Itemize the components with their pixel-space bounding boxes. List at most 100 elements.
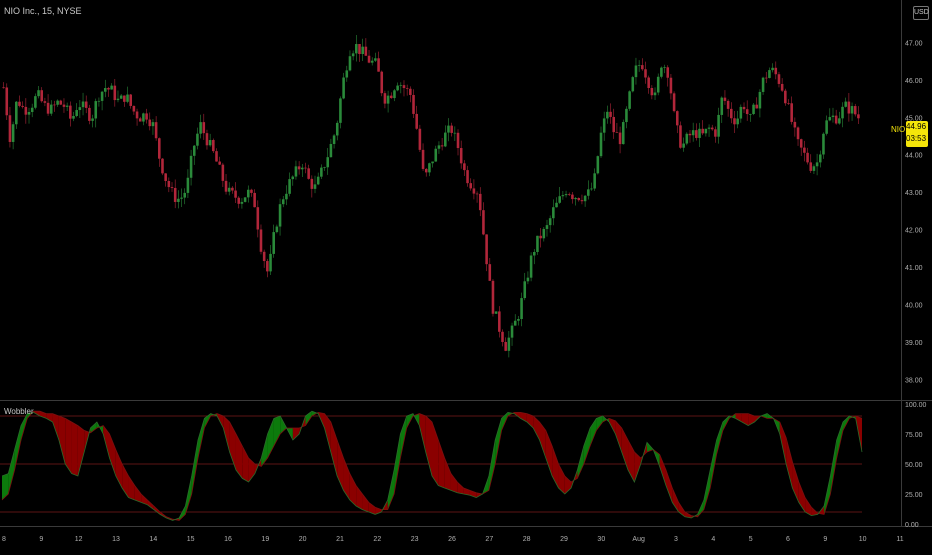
candle-body xyxy=(574,197,577,200)
candle-body xyxy=(377,58,380,72)
candle-body xyxy=(183,192,187,198)
candle-body xyxy=(520,298,523,319)
candle-body xyxy=(326,157,330,168)
price-tick-label: 43.00 xyxy=(905,190,923,197)
candle-body xyxy=(815,162,819,167)
time-tick-label: 16 xyxy=(224,536,232,543)
candle-body xyxy=(313,184,317,189)
candle-body xyxy=(409,88,412,95)
wobbler-fill-segment xyxy=(786,437,793,488)
candle-body xyxy=(761,77,765,92)
candle-body xyxy=(59,100,63,105)
candle-body xyxy=(415,113,418,129)
candle-body xyxy=(227,187,231,192)
candle-body xyxy=(857,114,860,119)
candle-body xyxy=(602,118,606,133)
candle-body xyxy=(262,251,266,262)
candle-body xyxy=(56,100,59,105)
candle-body xyxy=(777,74,781,84)
candle-body xyxy=(431,161,434,164)
candle-body xyxy=(218,161,221,165)
candle-body xyxy=(558,196,561,203)
candle-body xyxy=(332,135,336,144)
wobbler-fill-segment xyxy=(583,428,591,464)
candle-body xyxy=(478,193,482,211)
wobbler-fill-segment xyxy=(425,416,432,476)
candle-body xyxy=(5,87,9,116)
chart-area[interactable]: 47.00 46.00 45.00 44.00 43.00 42.00 41.00 40.00… xyxy=(0,0,932,550)
candle-body xyxy=(850,106,854,114)
candle-body xyxy=(307,168,310,179)
candle-body xyxy=(745,109,749,115)
candle-body xyxy=(364,46,368,56)
candle-body xyxy=(787,103,790,104)
candle-body xyxy=(253,192,256,208)
candle-body xyxy=(167,180,171,188)
candle-body xyxy=(482,210,485,235)
candle-body xyxy=(119,95,123,99)
candle-body xyxy=(504,341,507,351)
candle-body xyxy=(123,95,126,102)
candle-body xyxy=(396,85,399,91)
candle-body xyxy=(151,122,155,127)
wobbler-fill-segment xyxy=(438,440,445,488)
candle-body xyxy=(625,108,628,123)
candle-body xyxy=(583,195,587,202)
chart-svg[interactable]: 47.0046.0045.0044.0043.0042.0041.0040.00… xyxy=(0,0,932,550)
candle-body xyxy=(386,95,390,104)
wobbler-tick-label: 100.00 xyxy=(905,402,927,409)
candle-body xyxy=(361,46,364,55)
wobbler-tick-label: 0.00 xyxy=(905,522,919,529)
candle-body xyxy=(764,77,768,79)
candle-body xyxy=(177,198,180,202)
candle-body xyxy=(208,140,212,146)
wobbler-fill-segment xyxy=(444,458,451,491)
candle-body xyxy=(469,183,473,189)
time-tick-label: 9 xyxy=(823,536,827,543)
candle-body xyxy=(552,207,555,219)
candle-body xyxy=(72,115,75,119)
candle-body xyxy=(666,67,670,78)
candle-body xyxy=(838,118,841,124)
time-tick-label: 3 xyxy=(674,536,678,543)
candle-body xyxy=(628,91,631,109)
candle-body xyxy=(316,176,320,185)
time-tick-label: 21 xyxy=(336,536,344,543)
candle-body xyxy=(250,189,253,193)
price-tick-label: 38.00 xyxy=(905,377,923,384)
candle-body xyxy=(418,128,422,150)
candle-body xyxy=(259,229,263,252)
candle-body xyxy=(587,189,590,196)
candle-body xyxy=(103,88,107,92)
candle-body xyxy=(339,98,342,123)
wobbler-fill-segment xyxy=(457,482,464,494)
candle-body xyxy=(650,87,654,96)
candle-body xyxy=(310,178,314,189)
candle-body xyxy=(453,132,457,134)
candle-body xyxy=(243,197,247,202)
candle-body xyxy=(116,98,120,101)
candle-body xyxy=(129,94,132,106)
candle-body xyxy=(8,115,12,142)
candle-body xyxy=(784,90,787,104)
wobbler-fill-segment xyxy=(229,422,236,470)
candle-body xyxy=(30,107,34,112)
candle-body xyxy=(358,43,361,55)
candle-body xyxy=(75,110,78,116)
wobbler-fill-segment xyxy=(292,428,300,440)
candle-body xyxy=(186,177,190,193)
candle-body xyxy=(707,127,711,129)
candle-body xyxy=(393,90,396,99)
time-tick-label: 4 xyxy=(711,536,715,543)
candle-body xyxy=(634,65,638,78)
candle-body xyxy=(180,197,183,199)
candle-body xyxy=(723,97,727,101)
wobbler-fill-segment xyxy=(533,416,540,440)
candle-body xyxy=(510,325,514,338)
candle-body xyxy=(40,90,44,102)
candle-body xyxy=(285,193,288,200)
currency-button[interactable]: USD xyxy=(913,6,929,20)
time-tick-label: 9 xyxy=(39,536,43,543)
candle-body xyxy=(320,167,323,177)
time-tick-label: 5 xyxy=(749,536,753,543)
